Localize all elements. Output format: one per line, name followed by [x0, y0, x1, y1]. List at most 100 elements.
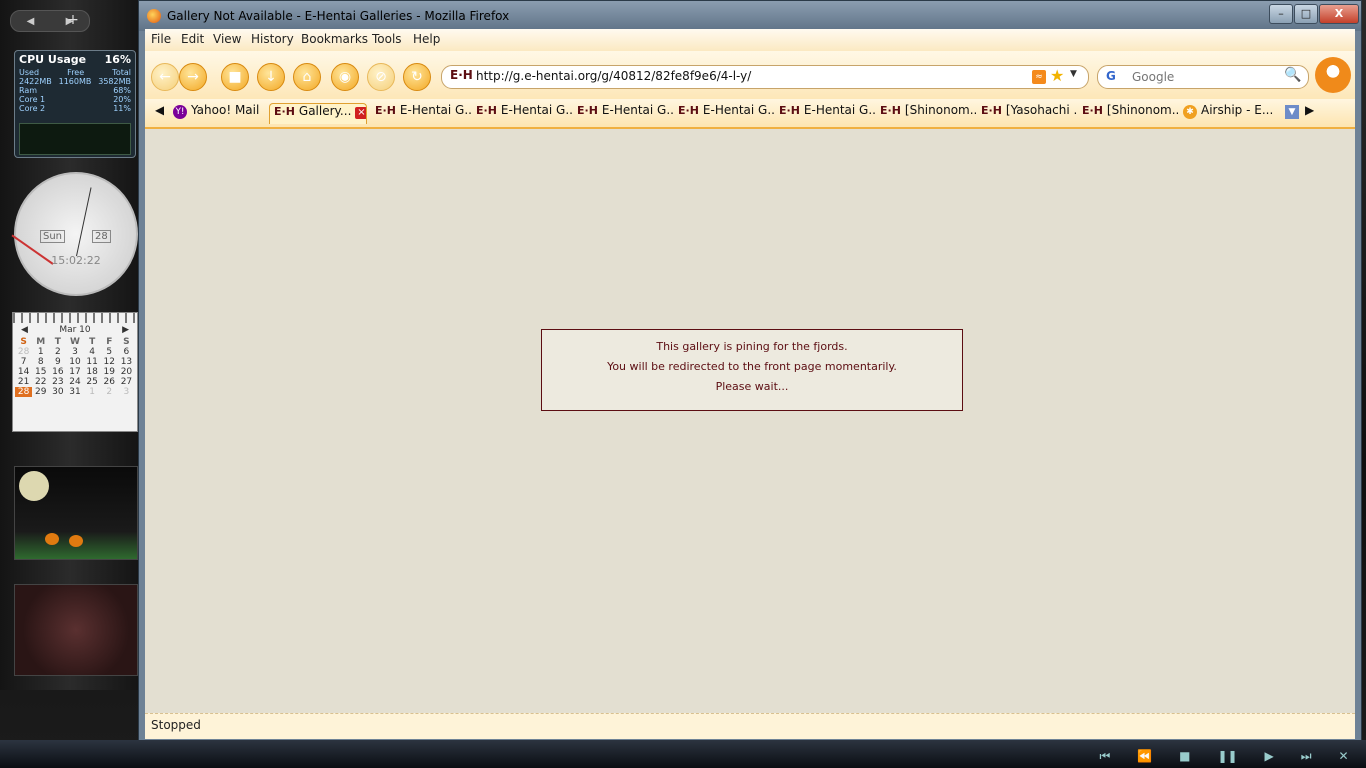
cal-day[interactable]: 13: [118, 357, 135, 367]
download-icon[interactable]: ↓: [257, 63, 285, 91]
media-next-icon[interactable]: ⏭: [1301, 749, 1312, 764]
cal-day[interactable]: 29: [32, 387, 49, 397]
minimize-button[interactable]: –: [1269, 4, 1293, 24]
cal-day[interactable]: 24: [66, 377, 83, 387]
bookmarks-icon[interactable]: ■: [221, 63, 249, 91]
screenshot-icon[interactable]: ◉: [331, 63, 359, 91]
tab-scroll-right-icon[interactable]: ▶: [1305, 103, 1314, 123]
cal-day[interactable]: 2: [101, 387, 118, 397]
tab-e-hentai-1[interactable]: E·H E-Hentai G...: [375, 103, 471, 123]
media-prev-icon[interactable]: ⏮: [1099, 749, 1110, 764]
cal-day[interactable]: 9: [49, 357, 66, 367]
add-gadget-button[interactable]: +: [60, 10, 86, 30]
cal-day[interactable]: 30: [49, 387, 66, 397]
prev-icon[interactable]: ◀: [27, 16, 35, 27]
search-box[interactable]: G 🔍: [1097, 65, 1309, 89]
search-input[interactable]: [1130, 69, 1284, 85]
tab-shinonome-2[interactable]: E·H [Shinonom...: [1082, 103, 1178, 123]
tab-airship[interactable]: ✱ Airship - E...: [1183, 103, 1279, 123]
cal-day[interactable]: 28: [15, 387, 33, 397]
menu-history[interactable]: History: [251, 32, 294, 46]
list-all-tabs-icon[interactable]: ▼: [1285, 105, 1299, 119]
search-icon[interactable]: 🔍: [1284, 67, 1301, 83]
media-rewind-icon[interactable]: ⏪: [1137, 749, 1152, 763]
ram-value: 68%: [113, 86, 131, 95]
cal-day[interactable]: 17: [66, 367, 83, 377]
tab-e-hentai-4[interactable]: E·H E-Hentai G...: [678, 103, 774, 123]
cal-day[interactable]: 5: [101, 347, 118, 357]
google-icon[interactable]: G: [1106, 69, 1116, 83]
url-bar[interactable]: E·H http://g.e-hentai.org/g/40812/82fe8f…: [441, 65, 1089, 89]
tab-label: [Shinonom...: [1106, 103, 1178, 117]
site-favicon: E·H: [450, 68, 473, 82]
bookmark-star-icon[interactable]: ★: [1050, 66, 1064, 85]
menu-edit[interactable]: Edit: [181, 32, 204, 46]
media-play-icon[interactable]: ▶: [1265, 749, 1274, 763]
firefox-window: Gallery Not Available - E-Hentai Galleri…: [138, 0, 1362, 742]
cal-day[interactable]: 1: [84, 387, 101, 397]
url-dropdown-icon[interactable]: ▼: [1070, 69, 1077, 79]
tab-yahoo-mail[interactable]: Y! Yahoo! Mail: [173, 103, 265, 123]
maximize-button[interactable]: □: [1294, 4, 1318, 24]
notice-line-3: Please wait...: [715, 380, 789, 393]
rss-icon[interactable]: ≈: [1032, 70, 1046, 84]
total-label: Total: [112, 68, 131, 77]
tab-e-hentai-2[interactable]: E·H E-Hentai G...: [476, 103, 572, 123]
reload-button[interactable]: ↻: [403, 63, 431, 91]
menu-tools[interactable]: Tools: [372, 32, 402, 46]
tab-e-hentai-5[interactable]: E·H E-Hentai G...: [779, 103, 875, 123]
stop-button[interactable]: ⊘: [367, 63, 395, 91]
cal-day[interactable]: 31: [66, 387, 83, 397]
cal-day[interactable]: 3: [66, 347, 83, 357]
cal-day[interactable]: 22: [32, 377, 49, 387]
cal-day[interactable]: 27: [118, 377, 135, 387]
cal-next-icon[interactable]: ▶: [122, 325, 129, 335]
eh-icon: E·H: [1082, 104, 1103, 117]
cal-day[interactable]: 28: [15, 347, 32, 357]
media-pause-icon[interactable]: ❚❚: [1217, 749, 1237, 763]
cal-day[interactable]: 11: [84, 357, 101, 367]
cal-day[interactable]: 25: [84, 377, 101, 387]
forward-button[interactable]: →: [179, 63, 207, 91]
cal-day[interactable]: 1: [32, 347, 49, 357]
cal-day[interactable]: 7: [15, 357, 32, 367]
tab-yasohachi[interactable]: E·H[Yasohachi ...: [981, 103, 1077, 123]
tab-e-hentai-3[interactable]: E·H E-Hentai G...: [577, 103, 673, 123]
gallery-unavailable-notice: This gallery is pining for the fjords. Y…: [541, 329, 963, 411]
status-text: Stopped: [151, 718, 201, 732]
tab-shinonome-1[interactable]: E·H [Shinonom...: [880, 103, 976, 123]
cal-day[interactable]: 20: [118, 367, 135, 377]
cal-day[interactable]: 26: [101, 377, 118, 387]
back-button[interactable]: ←: [151, 63, 179, 91]
cal-day[interactable]: 15: [32, 367, 49, 377]
cal-day[interactable]: 21: [15, 377, 32, 387]
menu-view[interactable]: View: [213, 32, 241, 46]
menu-help[interactable]: Help: [413, 32, 440, 46]
tab-close-icon[interactable]: ×: [355, 107, 366, 119]
menu-bookmarks[interactable]: Bookmarks: [301, 32, 368, 46]
cal-day[interactable]: 10: [66, 357, 83, 367]
cal-day[interactable]: 23: [49, 377, 66, 387]
cal-day[interactable]: 12: [101, 357, 118, 367]
media-stop-icon[interactable]: ■: [1179, 749, 1190, 763]
cal-day[interactable]: 3: [118, 387, 135, 397]
close-button[interactable]: X: [1319, 4, 1359, 24]
tab-gallery[interactable]: E·H Gallery... ×: [269, 103, 367, 124]
home-button[interactable]: ⌂: [293, 63, 321, 91]
tab-scroll-left-icon[interactable]: ◀: [155, 103, 164, 123]
cal-day[interactable]: 18: [84, 367, 101, 377]
eh-icon: E·H: [779, 104, 800, 117]
url-text[interactable]: http://g.e-hentai.org/g/40812/82fe8f9e6/…: [476, 69, 751, 83]
browser-frame: File Edit View History Bookmarks Tools H…: [145, 29, 1355, 739]
menu-file[interactable]: File: [151, 32, 171, 46]
tab-label: E-Hentai G...: [702, 103, 774, 117]
cal-day[interactable]: 4: [84, 347, 101, 357]
media-close-icon[interactable]: ✕: [1338, 749, 1348, 763]
cal-day[interactable]: 14: [15, 367, 32, 377]
cal-prev-icon[interactable]: ◀: [21, 325, 28, 335]
cal-day[interactable]: 2: [49, 347, 66, 357]
cal-day[interactable]: 16: [49, 367, 66, 377]
cal-day[interactable]: 8: [32, 357, 49, 367]
cal-day[interactable]: 19: [101, 367, 118, 377]
cal-day[interactable]: 6: [118, 347, 135, 357]
